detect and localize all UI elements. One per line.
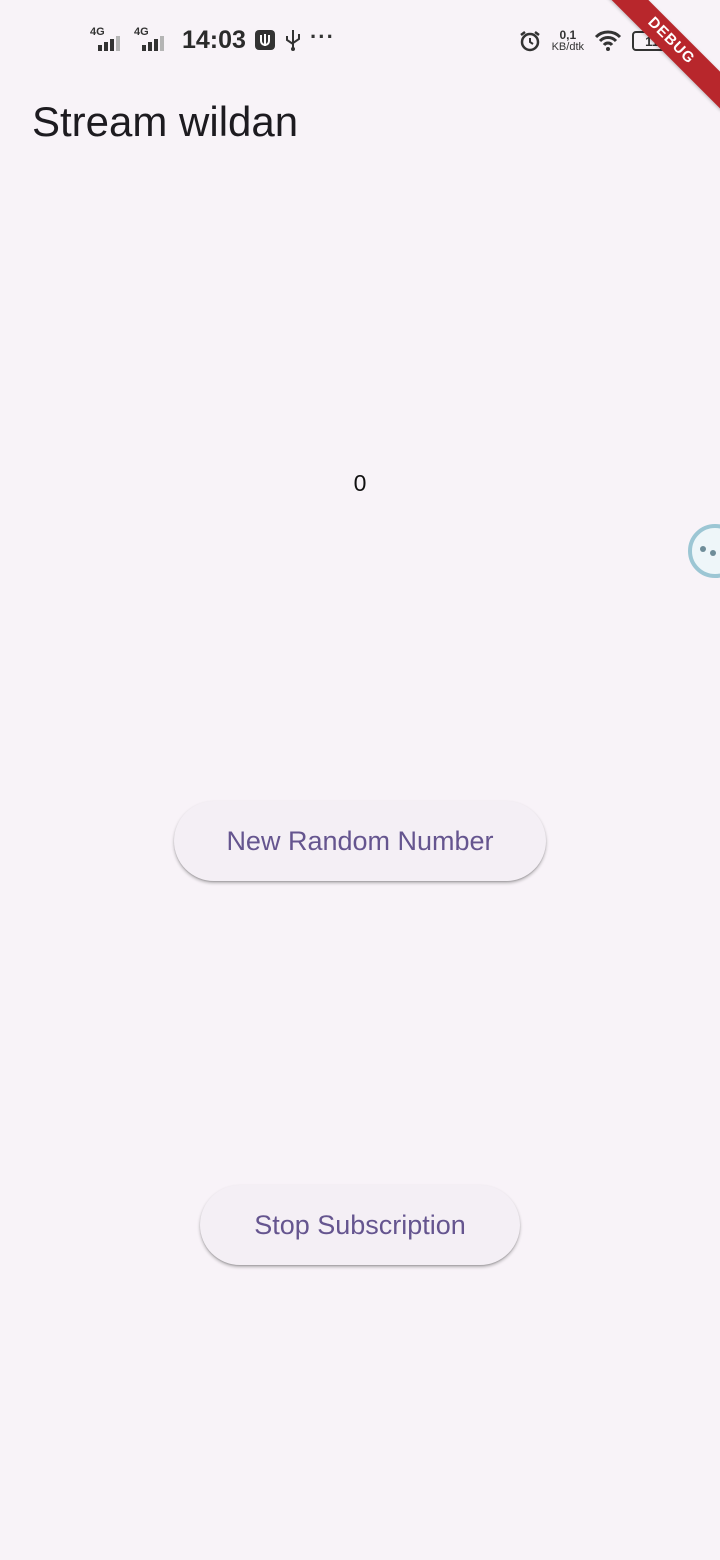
signal-icon: 4G xyxy=(134,25,170,55)
random-number-display: 0 xyxy=(353,470,367,496)
usb-debug-icon xyxy=(254,29,276,51)
signal-icon: 4G xyxy=(90,25,126,55)
network-speed-unit: KB/dtk xyxy=(551,41,584,53)
usb-icon xyxy=(284,28,302,52)
more-notifications-icon: ··· xyxy=(309,24,335,49)
network-speed: 0,1 KB/dtk xyxy=(552,29,584,53)
status-bar-left: 4G 4G 14:03 ··· xyxy=(90,22,335,58)
floating-assistant-icon[interactable] xyxy=(686,520,720,582)
debug-banner: DEBUG xyxy=(600,0,720,120)
stop-subscription-button[interactable]: Stop Subscription xyxy=(200,1185,520,1265)
debug-banner-label: DEBUG xyxy=(601,0,720,111)
new-random-number-button[interactable]: New Random Number xyxy=(174,801,546,881)
alarm-icon xyxy=(518,29,542,53)
network-speed-value: 0,1 xyxy=(559,28,577,42)
page-title: Stream wildan xyxy=(32,98,299,145)
status-time: 14:03 xyxy=(182,25,246,54)
